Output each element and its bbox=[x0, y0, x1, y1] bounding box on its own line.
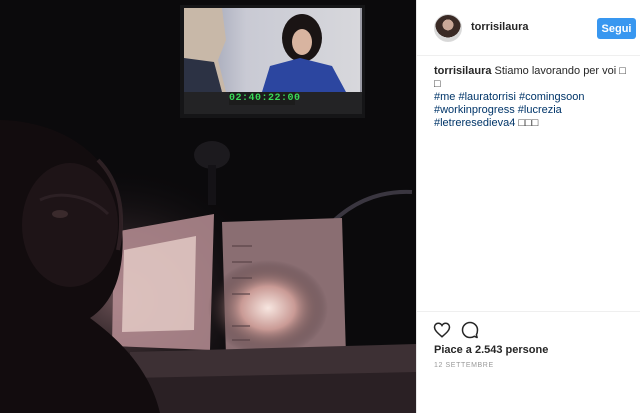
hashtag-link[interactable]: #letreresedieva4 bbox=[434, 117, 515, 129]
hashtag-link[interactable]: #lucrezia bbox=[518, 104, 562, 116]
follow-button[interactable]: Segui bbox=[597, 18, 636, 39]
hashtag-link[interactable]: #workinprogress bbox=[434, 104, 515, 116]
hashtag-link[interactable]: #comingsoon bbox=[519, 91, 584, 103]
post-sidebar: torrisilaura Segui torrisilaura Stiamo l… bbox=[416, 0, 640, 413]
caption-username[interactable]: torrisilaura bbox=[434, 65, 491, 77]
heart-outline-icon[interactable] bbox=[433, 321, 451, 339]
caption-tail: □□□ bbox=[518, 117, 539, 129]
instagram-post: 02:40:22:00 torrisilaura Segui torrisila… bbox=[0, 0, 640, 413]
post-date[interactable]: 12 SETTEMBRE bbox=[434, 362, 494, 369]
tv-timecode: 02:40:22:00 bbox=[229, 92, 301, 105]
hashtag-link[interactable]: #me bbox=[434, 91, 455, 103]
likes-count[interactable]: Piace a 2.543 persone bbox=[434, 344, 548, 356]
divider bbox=[417, 311, 640, 312]
hashtag-link[interactable]: #lauratorrisi bbox=[458, 91, 515, 103]
header-username[interactable]: torrisilaura bbox=[471, 21, 528, 33]
post-header: torrisilaura Segui bbox=[417, 0, 640, 56]
post-actions bbox=[433, 321, 479, 339]
photo-scene bbox=[0, 0, 416, 413]
post-photo[interactable]: 02:40:22:00 bbox=[0, 0, 416, 413]
avatar[interactable] bbox=[434, 14, 462, 42]
post-caption: torrisilaura Stiamo lavorando per voi □ … bbox=[434, 65, 630, 130]
speech-bubble-icon[interactable] bbox=[461, 321, 479, 339]
